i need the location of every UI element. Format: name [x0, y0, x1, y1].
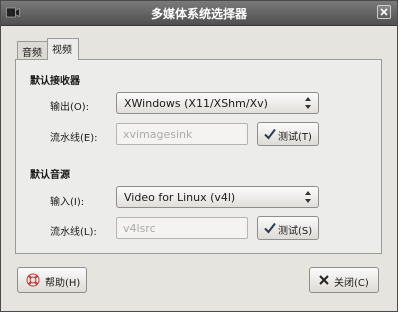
select-arrows-icon [305, 191, 311, 203]
close-button-label: 关闭(C) [334, 278, 369, 289]
window-title: 多媒体系统选择器 [150, 7, 247, 21]
input-pipeline-label: 流水线(L): [50, 227, 97, 238]
output-pipeline-field[interactable]: xvimagesink [116, 123, 248, 145]
video-tab-panel: 默认接收器 输出(O): XWindows (X11/XShm/Xv) 流水线(… [15, 59, 382, 254]
test-input-label: 测试(S) [278, 226, 313, 237]
input-select[interactable]: Video for Linux (v4l) [116, 186, 319, 208]
lifebuoy-icon [26, 273, 40, 287]
input-label: 输入(I): [50, 197, 85, 208]
help-button-label: 帮助(H) [45, 278, 81, 289]
checkmark-icon [264, 222, 276, 234]
close-icon [380, 8, 388, 16]
input-select-value: Video for Linux (v4l) [124, 191, 236, 204]
window-close-button[interactable] [377, 5, 391, 19]
tab-video-label: 视频 [52, 45, 72, 56]
checkmark-icon [264, 128, 276, 140]
output-select[interactable]: XWindows (X11/XShm/Xv) [116, 92, 319, 114]
title-bar[interactable]: 多媒体系统选择器 [1, 1, 397, 26]
output-pipeline-label: 流水线(E): [50, 133, 98, 144]
select-arrows-icon [305, 97, 311, 109]
output-label: 输出(O): [50, 102, 90, 113]
input-pipeline-field[interactable]: v4lsrc [116, 217, 248, 239]
help-button[interactable]: 帮助(H) [17, 267, 87, 293]
tab-audio-label: 音频 [22, 48, 42, 59]
test-input-button[interactable]: 测试(S) [257, 216, 319, 240]
test-output-button[interactable]: 测试(T) [257, 122, 319, 146]
dialog-window: 多媒体系统选择器 音频 视频 默认接收器 输出(O): XWindows (X1… [0, 0, 398, 312]
x-icon [319, 275, 329, 285]
test-output-label: 测试(T) [278, 132, 312, 143]
default-sink-heading: 默认接收器 [30, 76, 80, 87]
input-pipeline-value: v4lsrc [123, 222, 156, 235]
output-pipeline-value: xvimagesink [123, 128, 193, 141]
output-select-value: XWindows (X11/XShm/Xv) [124, 97, 268, 110]
tab-audio[interactable]: 音频 [17, 41, 48, 59]
default-source-heading: 默认音源 [30, 170, 70, 181]
close-button[interactable]: 关闭(C) [309, 267, 379, 293]
tab-video[interactable]: 视频 [47, 38, 79, 60]
